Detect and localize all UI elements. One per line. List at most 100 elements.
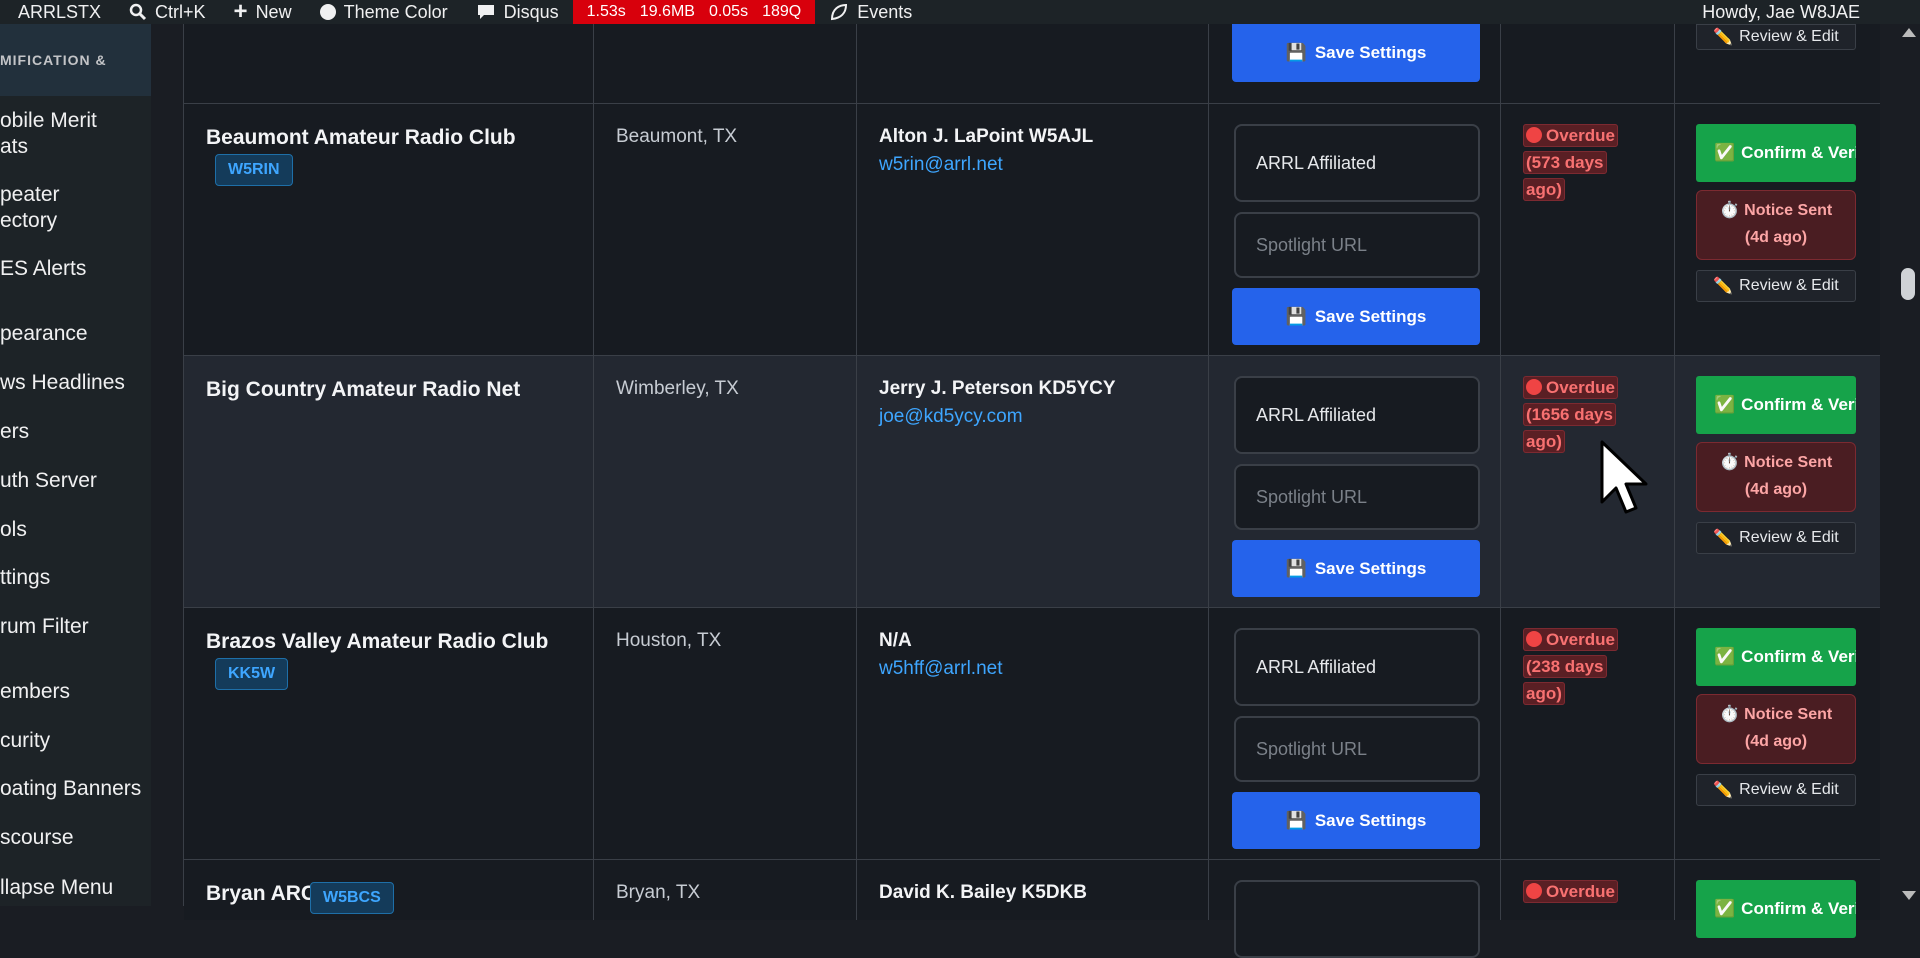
notice-sent-badge[interactable]: ⏱️ Notice Sent (4d ago) bbox=[1696, 694, 1856, 764]
disqus-label: Disqus bbox=[503, 1, 559, 22]
notice-sent-badge[interactable]: ⏱️ Notice Sent (4d ago) bbox=[1696, 442, 1856, 512]
affiliation-select[interactable]: ARRL Affiliated bbox=[1234, 376, 1480, 454]
sidebar-item-label: llapse Menu bbox=[0, 876, 114, 899]
sidebar-item-news-headlines[interactable]: ws Headlines bbox=[0, 370, 125, 396]
club-location: Wimberley, TX bbox=[616, 378, 739, 399]
affiliation-select[interactable]: ARRL Affiliated bbox=[1234, 628, 1480, 706]
cell bbox=[594, 24, 857, 103]
confirm-verify-button[interactable]: ✅ Confirm & Verify bbox=[1696, 376, 1856, 434]
review-edit-button[interactable]: ✏️ Review & Edit bbox=[1696, 24, 1856, 50]
settings-cell: ARRL Affiliated Spotlight URL 💾 Save Sett… bbox=[1209, 356, 1501, 607]
query-monitor-stats[interactable]: 1.53s 19.6MB 0.05s 189Q bbox=[572, 0, 816, 24]
cell bbox=[184, 24, 594, 103]
red-dot-icon bbox=[1526, 631, 1542, 647]
red-dot-icon bbox=[1526, 379, 1542, 395]
disqus-menu[interactable]: Disqus bbox=[462, 0, 573, 24]
save-settings-button[interactable]: 💾 Save Settings bbox=[1232, 24, 1480, 82]
perf-queries: 189Q bbox=[762, 3, 802, 20]
sidebar-item-label: ectory bbox=[0, 209, 58, 232]
sidebar-item-repeater[interactable]: peater bbox=[0, 182, 60, 208]
button-label: Save Settings bbox=[1314, 43, 1427, 62]
callsign-badge: KK5W bbox=[215, 658, 289, 690]
overdue-status: Overdue (573 days ago) bbox=[1523, 122, 1635, 203]
contact-email-link[interactable]: w5hff@arrl.net bbox=[879, 658, 1003, 680]
settings-cell bbox=[1209, 860, 1501, 958]
table-row: Beaumont Amateur Radio Club W5RIN Beaumo… bbox=[184, 104, 1880, 356]
scrollbar-thumb[interactable] bbox=[1901, 268, 1915, 300]
pencil-icon: ✏️ bbox=[1713, 29, 1734, 46]
contact-email-link[interactable]: joe@kd5ycy.com bbox=[879, 406, 1023, 428]
sidebar-item-label: ES Alerts bbox=[0, 257, 87, 280]
page-scrollbar[interactable] bbox=[1896, 24, 1920, 906]
confirm-verify-button[interactable]: ✅ Confirm & Verify bbox=[1696, 628, 1856, 686]
sidebar-item-label: ols bbox=[0, 518, 27, 541]
table-row: 💾 Save Settings ✏️ Review & Edit bbox=[184, 24, 1880, 104]
mouse-cursor-icon bbox=[1600, 440, 1648, 514]
sidebar-item-appearance[interactable]: pearance bbox=[0, 321, 88, 347]
sidebar-item-settings[interactable]: ttings bbox=[0, 565, 50, 591]
review-edit-button[interactable]: ✏️ Review & Edit bbox=[1696, 522, 1856, 554]
sidebar-item-security[interactable]: curity bbox=[0, 728, 50, 754]
events-menu[interactable]: Events bbox=[815, 0, 926, 24]
spotlight-url-input[interactable]: Spotlight URL bbox=[1234, 716, 1480, 782]
perf-db-time: 0.05s bbox=[708, 3, 749, 20]
actions-cell: ✅ Confirm & Verify ⏱️ Notice Sent (4d ago)… bbox=[1675, 356, 1880, 607]
button-label: Confirm & Verify bbox=[1741, 395, 1856, 414]
search-shortcut[interactable]: Ctrl+K bbox=[115, 0, 220, 24]
user-account-menu[interactable]: Howdy, Jae W8JAE bbox=[1688, 0, 1920, 24]
spotlight-url-input[interactable]: Spotlight URL bbox=[1234, 212, 1480, 278]
sidebar-item-discourse[interactable]: scourse bbox=[0, 825, 74, 851]
button-label: Review & Edit bbox=[1739, 28, 1839, 45]
affiliation-select[interactable] bbox=[1234, 880, 1480, 958]
plus-icon: + bbox=[233, 0, 248, 25]
sidebar-item-label: ws Headlines bbox=[0, 371, 125, 394]
scroll-down-arrow-icon[interactable] bbox=[1902, 891, 1916, 900]
button-label: Confirm & Verify bbox=[1741, 647, 1856, 666]
sidebar-item-label: obile Merit bbox=[0, 109, 97, 132]
confirm-verify-button[interactable]: ✅ Confirm & Verify bbox=[1696, 880, 1856, 938]
scroll-up-arrow-icon[interactable] bbox=[1902, 28, 1916, 37]
sidebar-item-tools[interactable]: ols bbox=[0, 517, 27, 543]
perf-memory: 19.6MB bbox=[639, 3, 695, 20]
sidebar-collapse-menu[interactable]: llapse Menu bbox=[0, 875, 113, 901]
sidebar-item-ares-alerts[interactable]: ES Alerts bbox=[0, 256, 86, 282]
sidebar-item-label: rum Filter bbox=[0, 615, 89, 638]
contact-email-link[interactable]: w5rin@arrl.net bbox=[879, 154, 1003, 176]
spotlight-url-input[interactable]: Spotlight URL bbox=[1234, 464, 1480, 530]
button-label: Review & Edit bbox=[1739, 277, 1839, 294]
save-settings-button[interactable]: 💾 Save Settings bbox=[1232, 792, 1480, 849]
save-settings-button[interactable]: 💾 Save Settings bbox=[1232, 288, 1480, 345]
sidebar-item-repeater-2[interactable]: ectory bbox=[0, 208, 57, 234]
affiliation-select[interactable]: ARRL Affiliated bbox=[1234, 124, 1480, 202]
sidebar-item-forum-filter[interactable]: rum Filter bbox=[0, 614, 89, 640]
club-cell: Brazos Valley Amateur Radio Club KK5W bbox=[184, 608, 594, 859]
events-label: Events bbox=[857, 1, 913, 22]
sidebar-item-label: uth Server bbox=[0, 469, 97, 492]
club-cell: Beaumont Amateur Radio Club W5RIN bbox=[184, 104, 594, 355]
club-name: Brazos Valley Amateur Radio Club bbox=[206, 630, 549, 653]
sidebar-item-floating-banners[interactable]: oating Banners bbox=[0, 776, 141, 802]
sidebar-group-gamification[interactable]: MIFICATION & bbox=[0, 24, 151, 96]
club-cell: Big Country Amateur Radio Net bbox=[184, 356, 594, 607]
admin-bar: ARRLSTX Ctrl+K + New Theme Color Disqus … bbox=[0, 0, 1920, 25]
sidebar-item-members[interactable]: embers bbox=[0, 679, 70, 705]
club-location: Bryan, TX bbox=[616, 882, 701, 903]
overdue-label: Overdue bbox=[1546, 378, 1615, 397]
sidebar-item-label: ttings bbox=[0, 566, 51, 589]
sidebar-item-users[interactable]: ers bbox=[0, 419, 29, 445]
overdue-label: Overdue bbox=[1546, 126, 1615, 145]
sidebar-item-oauth-server[interactable]: uth Server bbox=[0, 468, 97, 494]
location-cell: Houston, TX bbox=[594, 608, 857, 859]
save-settings-button[interactable]: 💾 Save Settings bbox=[1232, 540, 1480, 597]
notice-sent-badge[interactable]: ⏱️ Notice Sent (4d ago) bbox=[1696, 190, 1856, 260]
site-name-link[interactable]: ARRLSTX bbox=[0, 0, 115, 24]
floppy-icon: 💾 bbox=[1285, 43, 1307, 62]
theme-color-menu[interactable]: Theme Color bbox=[306, 0, 462, 24]
review-edit-button[interactable]: ✏️ Review & Edit bbox=[1696, 270, 1856, 302]
confirm-verify-button[interactable]: ✅ Confirm & Verify bbox=[1696, 124, 1856, 182]
new-menu[interactable]: + New bbox=[220, 0, 306, 25]
button-label: Review & Edit bbox=[1739, 529, 1839, 546]
sidebar-item-mobile-merit-2[interactable]: ats bbox=[0, 134, 28, 160]
sidebar-item-mobile-merit[interactable]: obile Merit bbox=[0, 108, 97, 134]
review-edit-button[interactable]: ✏️ Review & Edit bbox=[1696, 774, 1856, 806]
